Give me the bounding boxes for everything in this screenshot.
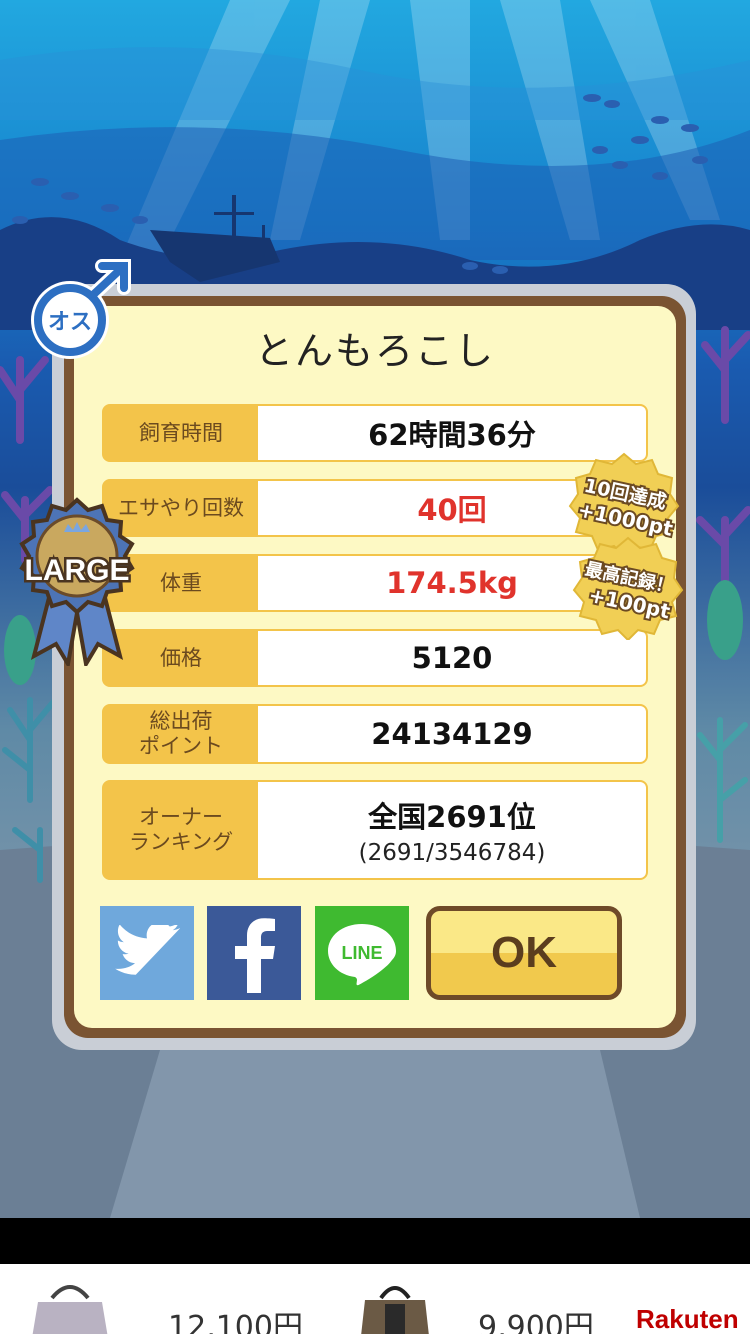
ok-button-label: OK (491, 928, 557, 977)
line-label: LINE (341, 943, 382, 963)
fish-name: とんもろこし (254, 329, 495, 373)
stat-row-feeding-count: エサやり回数 40回 (102, 479, 648, 537)
stat-row-total-points: 総出荷 ポイント 24134129 (102, 704, 648, 764)
stat-value: 全国2691位 (2691/3546784) (258, 782, 646, 878)
stat-label: 飼育時間 (139, 420, 223, 445)
handbag-product-image (32, 1285, 108, 1334)
tote-bag-product-image (361, 1286, 429, 1334)
ad-price-1: 12,100円 (168, 1310, 303, 1334)
gender-label: オス (48, 310, 92, 335)
ribbon-medal-icon: LARGE (19, 497, 135, 666)
ad-brand-logo: Rakuten (636, 1304, 739, 1334)
bonus-badge-record: 最高記録！ +100pt (572, 536, 684, 640)
ad-spacer (0, 1218, 750, 1264)
male-symbol-icon: オス (31, 259, 131, 359)
stat-row-breeding-time: 飼育時間 62時間36分 (102, 404, 648, 462)
stat-row-weight: 体重 174.5kg (102, 554, 648, 612)
facebook-f-icon (235, 918, 275, 993)
twitter-share-button[interactable] (100, 906, 194, 1000)
ad-banner[interactable]: 12,100円 9,900円 Rakuten (0, 1264, 750, 1334)
ad-price-2: 9,900円 (478, 1310, 594, 1334)
stat-row-owner-ranking: オーナー ランキング 全国2691位 (2691/3546784) (102, 780, 648, 880)
stat-label: オーナー ランキング (128, 805, 234, 854)
stat-value: 24134129 (258, 706, 646, 762)
line-chat-icon: LINE (328, 924, 396, 986)
line-share-button[interactable]: LINE (315, 906, 409, 1000)
twitter-bird-icon (115, 925, 180, 975)
facebook-share-button[interactable] (207, 906, 301, 1000)
stat-row-price: 価格 5120 (102, 629, 648, 687)
ok-button[interactable]: OK (426, 906, 622, 1000)
stat-label: 総出荷 ポイント (139, 709, 223, 758)
ranking-detail: (2691/3546784) (358, 840, 546, 866)
size-badge-label: LARGE (25, 554, 130, 587)
ranking-value: 全国2691位 (368, 800, 536, 834)
